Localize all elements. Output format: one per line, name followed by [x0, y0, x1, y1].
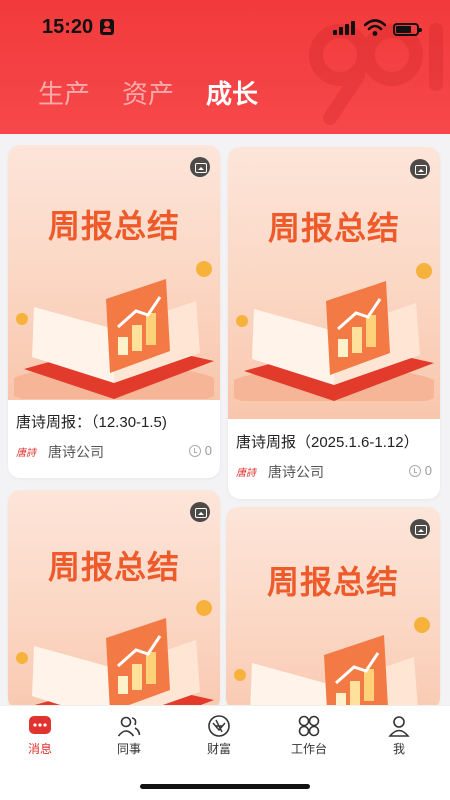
- nav-item-messages[interactable]: 消息: [5, 714, 75, 757]
- header: 15:20 生产 资产 成长: [0, 0, 450, 134]
- colleagues-icon: [117, 716, 141, 737]
- tab-production[interactable]: 生产: [38, 74, 90, 111]
- history-icon: [408, 465, 421, 477]
- thumbnail-title: 周报总结: [47, 549, 180, 585]
- report-book-illustration: [234, 263, 434, 401]
- workbench-icon: [298, 715, 320, 737]
- nav-label: 我: [392, 742, 405, 756]
- history-icon: [188, 445, 201, 457]
- article-card[interactable]: 周报总结 唐诗周报（2025.1.6-1.12） 唐詩 唐诗公司 0: [228, 147, 440, 499]
- tab-growth[interactable]: 成长: [206, 74, 258, 111]
- card-thumbnail: 周报总结: [226, 507, 440, 710]
- wifi-icon: [364, 19, 386, 36]
- article-card[interactable]: 周报总结: [226, 507, 440, 710]
- card-thumbnail: 周报总结: [8, 490, 220, 710]
- nav-item-wealth[interactable]: 财富: [184, 714, 254, 757]
- wealth-icon: [208, 715, 230, 737]
- nav-label: 财富: [206, 742, 231, 756]
- article-card[interactable]: 周报总结 唐诗周报：（12.30-1.5) 唐詩 唐诗公司 0: [8, 145, 220, 478]
- author-name: 唐诗公司: [48, 444, 104, 460]
- article-card[interactable]: 周报总结: [8, 490, 220, 710]
- message-icon: [29, 716, 51, 734]
- card-title: 唐诗周报：（12.30-1.5): [16, 414, 167, 431]
- person-icon: [100, 19, 114, 35]
- author-logo: 唐詩: [16, 448, 36, 459]
- image-badge-icon: [410, 519, 430, 539]
- card-meta: 唐詩 唐诗公司 0: [16, 442, 212, 462]
- nav-item-colleagues[interactable]: 同事: [94, 714, 164, 757]
- thumbnail-title: 周报总结: [267, 210, 400, 246]
- image-badge-icon: [190, 502, 210, 522]
- battery-icon: [393, 23, 422, 36]
- nav-label: 工作台: [290, 742, 327, 756]
- nav-label: 同事: [116, 742, 141, 756]
- home-indicator[interactable]: [140, 784, 310, 789]
- report-book-illustration: [14, 261, 214, 399]
- signal-icon: [333, 21, 355, 35]
- tab-assets[interactable]: 资产: [122, 74, 174, 111]
- image-badge-icon: [190, 157, 210, 177]
- view-count: 0: [188, 443, 212, 461]
- image-badge-icon: [410, 159, 430, 179]
- report-book-illustration: [234, 617, 430, 710]
- status-time: 15:20: [42, 16, 94, 38]
- thumbnail-title: 周报总结: [266, 564, 399, 600]
- author-logo: 唐詩: [236, 468, 256, 479]
- view-count-value: 0: [204, 443, 212, 458]
- profile-icon: [388, 716, 410, 737]
- nav-label: 消息: [27, 742, 52, 756]
- view-count-value: 0: [424, 463, 432, 478]
- thumbnail-title: 周报总结: [47, 208, 180, 244]
- report-book-illustration: [16, 600, 214, 710]
- card-thumbnail: 周报总结: [8, 145, 220, 400]
- nav-item-workbench[interactable]: 工作台: [274, 714, 344, 757]
- card-thumbnail: 周报总结: [228, 147, 440, 419]
- author-name: 唐诗公司: [268, 464, 324, 480]
- card-title: 唐诗周报（2025.1.6-1.12）: [236, 434, 419, 451]
- nav-item-profile[interactable]: 我: [364, 714, 434, 757]
- status-bar: 15:20: [0, 0, 450, 50]
- card-meta: 唐詩 唐诗公司 0: [236, 462, 432, 482]
- view-count: 0: [408, 463, 432, 481]
